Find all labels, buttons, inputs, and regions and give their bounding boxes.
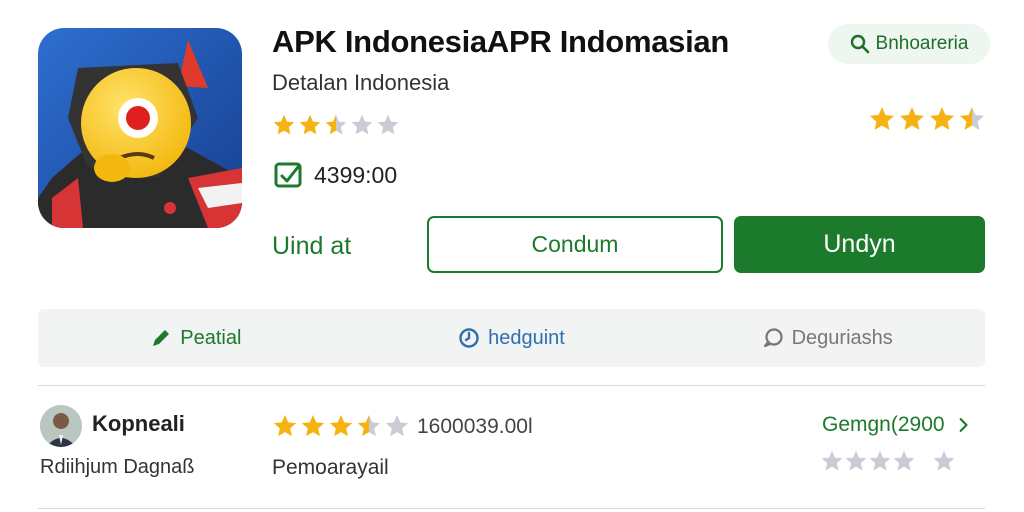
download-count: 4399:00	[314, 161, 398, 188]
tab-label: Deguriashs	[791, 326, 893, 349]
app-icon	[38, 28, 242, 228]
app-icon-artwork	[38, 28, 242, 228]
star-icon	[273, 414, 297, 437]
review-rating-stars	[272, 413, 410, 439]
primary-button[interactable]: Undyn	[734, 216, 985, 273]
secondary-button[interactable]: Condum	[427, 216, 723, 273]
gray-rating-stars	[820, 449, 956, 473]
divider	[38, 385, 985, 386]
star-icon	[869, 450, 891, 471]
star-icon	[351, 114, 373, 135]
star-icon	[325, 114, 347, 135]
header-rating-stars	[868, 105, 986, 133]
app-rating-stars	[272, 113, 400, 137]
divider	[38, 508, 985, 509]
tab-hedguint[interactable]: hedguint	[354, 327, 670, 350]
review-link-label: Gemgn(2900	[822, 413, 945, 436]
pencil-icon	[153, 330, 170, 346]
star-icon	[385, 414, 409, 437]
review-body: Pemoarayail	[272, 456, 389, 479]
avatar	[40, 405, 82, 447]
tab-peatial[interactable]: Peatial	[38, 327, 354, 350]
tab-deguriashs[interactable]: Deguriashs	[669, 327, 985, 350]
star-icon	[377, 114, 399, 135]
star-icon	[869, 107, 895, 130]
search-chip[interactable]: Bnhoareria	[828, 24, 990, 64]
tab-bar: Peatial hedguint Deguriashs	[38, 309, 985, 367]
star-icon	[299, 114, 321, 135]
star-icon	[273, 114, 295, 135]
reviewer-subtitle: Rdiihjum Dagnaß	[40, 456, 195, 478]
download-check-icon	[274, 162, 302, 188]
app-subtitle: Detalan Indonesia	[272, 70, 450, 95]
search-chip-label: Bnhoareria	[875, 33, 969, 54]
star-icon	[899, 107, 925, 130]
star-icon	[329, 414, 353, 437]
star-icon	[845, 450, 867, 471]
tab-label: Peatial	[180, 326, 242, 349]
star-icon	[933, 450, 955, 471]
search-icon	[850, 34, 869, 54]
star-icon	[357, 414, 381, 437]
download-row: 4399:00	[272, 158, 397, 192]
star-icon	[959, 107, 985, 130]
star-icon	[301, 414, 325, 437]
person-avatar-icon	[40, 405, 82, 447]
star-icon	[821, 450, 843, 471]
review-count: 1600039.00l	[417, 415, 533, 438]
install-link[interactable]: Uind at	[272, 232, 351, 261]
reviewer-name: Kopneali	[92, 411, 185, 436]
star-icon	[929, 107, 955, 130]
app-title: APK IndonesiaAPR Indomasian	[272, 24, 729, 59]
clock-icon	[459, 328, 479, 348]
review-link[interactable]: Gemgn(2900	[822, 413, 969, 437]
tab-label: hedguint	[488, 326, 565, 349]
chevron-right-icon	[959, 418, 968, 432]
chat-icon	[763, 328, 783, 348]
star-icon	[893, 450, 915, 471]
